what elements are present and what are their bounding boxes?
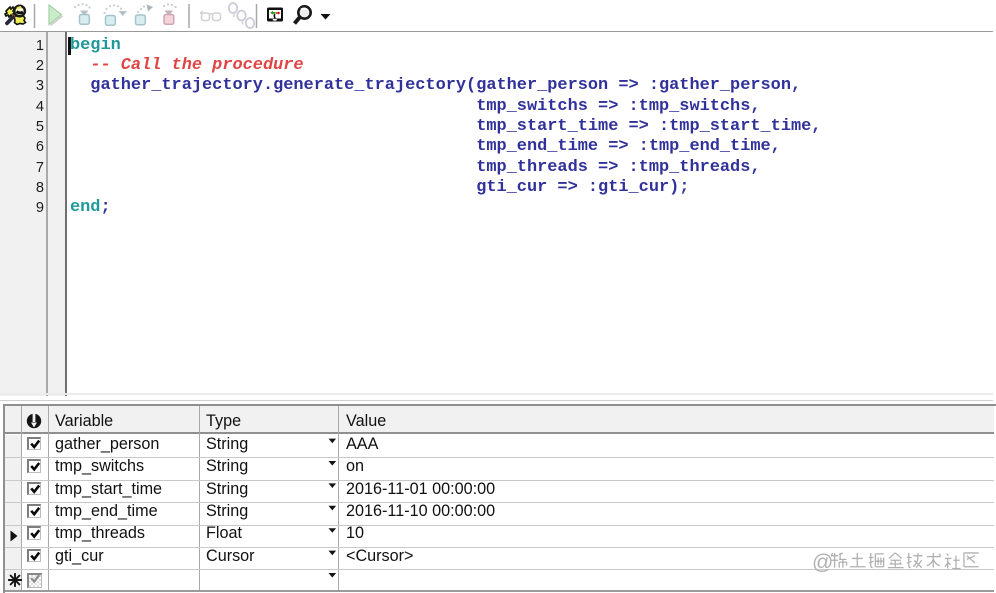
svg-text:@: @ <box>812 551 833 574</box>
